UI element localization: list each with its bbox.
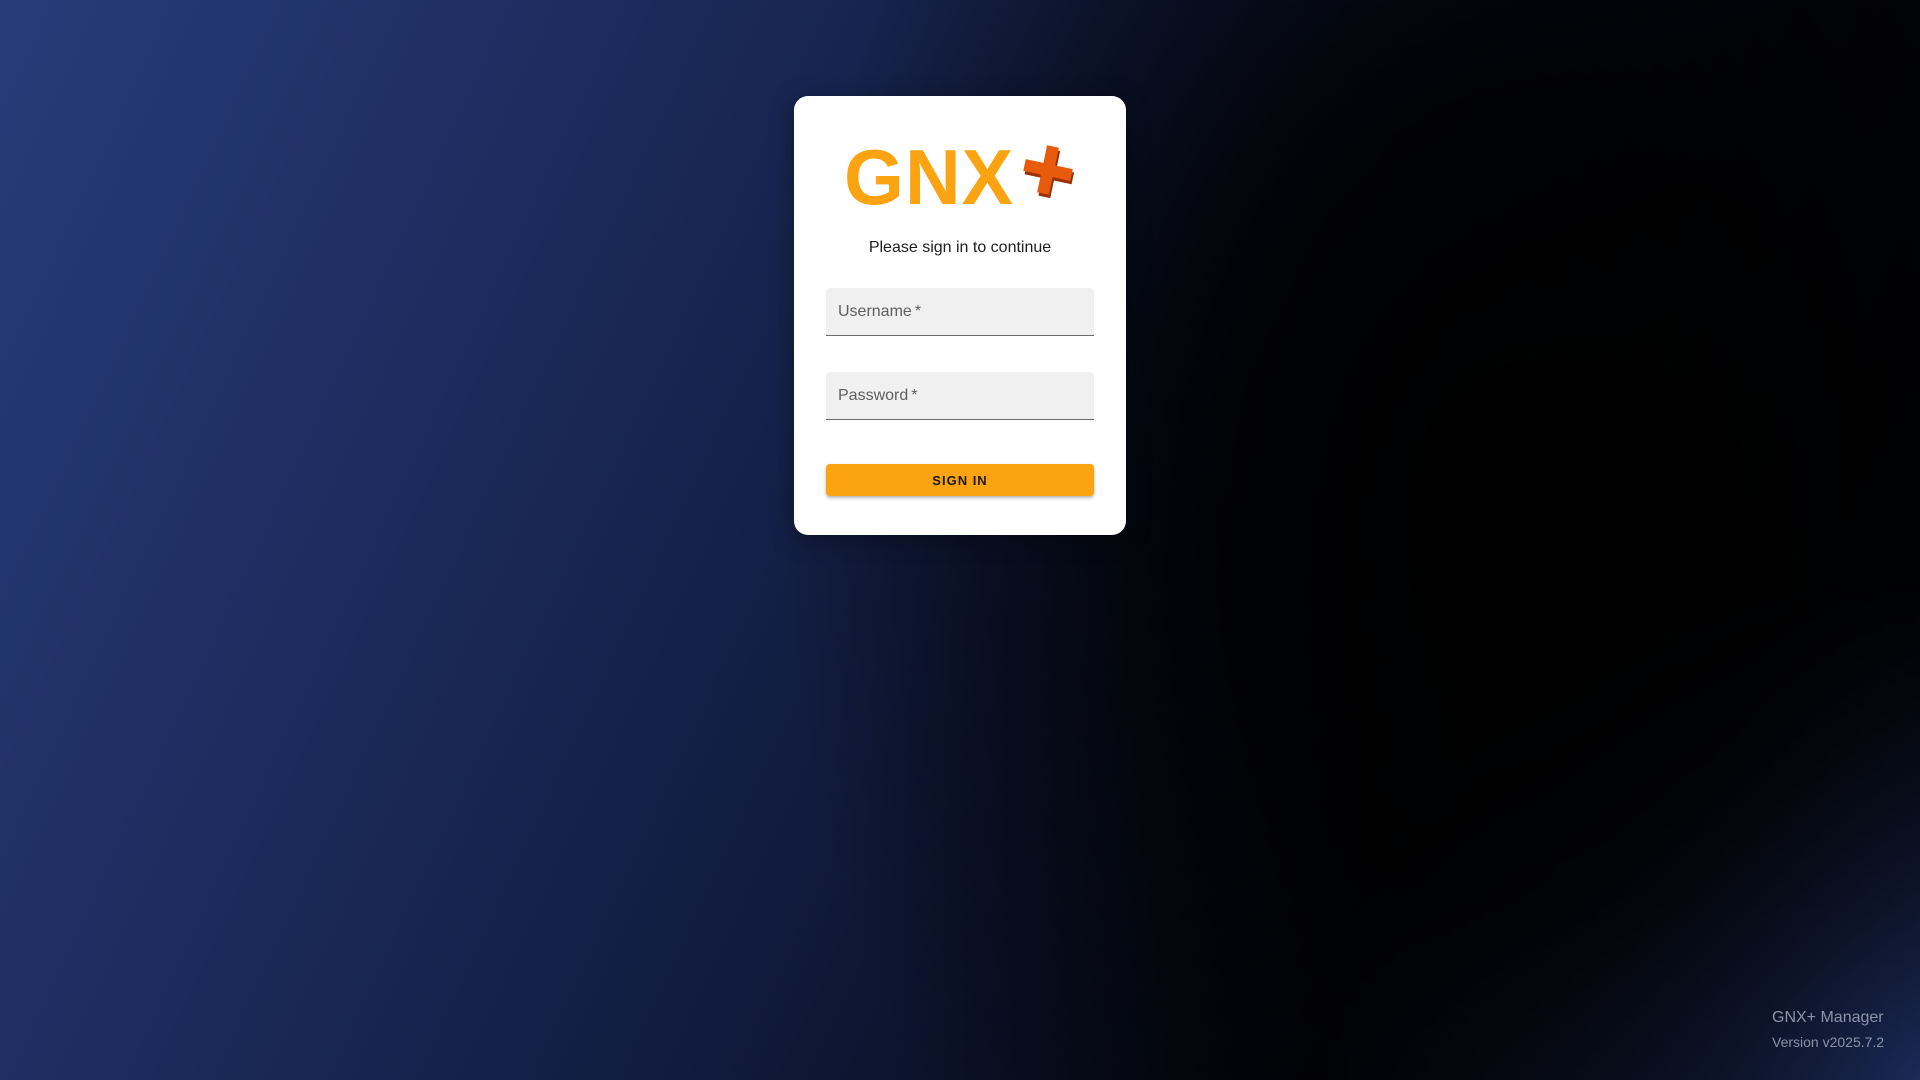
password-field[interactable]: Password * [826,372,1094,420]
app-name: GNX+ Manager [1772,1009,1884,1026]
login-card: GNX Please sign in to continue Username *… [794,96,1126,535]
password-input[interactable] [826,372,1094,419]
logo-text: GNX [844,138,1014,210]
sign-in-button[interactable]: SIGN IN [826,464,1094,496]
username-field[interactable]: Username * [826,288,1094,336]
username-input[interactable] [826,288,1094,335]
signin-subtitle: Please sign in to continue [868,239,1052,256]
gnx-plus-logo-icon: GNX [844,138,1075,210]
app-version: Version v2025.7.2 [1772,1034,1885,1050]
plus-icon [1023,145,1075,199]
app-footer: GNX+ Manager Version v2025.7.2 [1772,1008,1884,1051]
